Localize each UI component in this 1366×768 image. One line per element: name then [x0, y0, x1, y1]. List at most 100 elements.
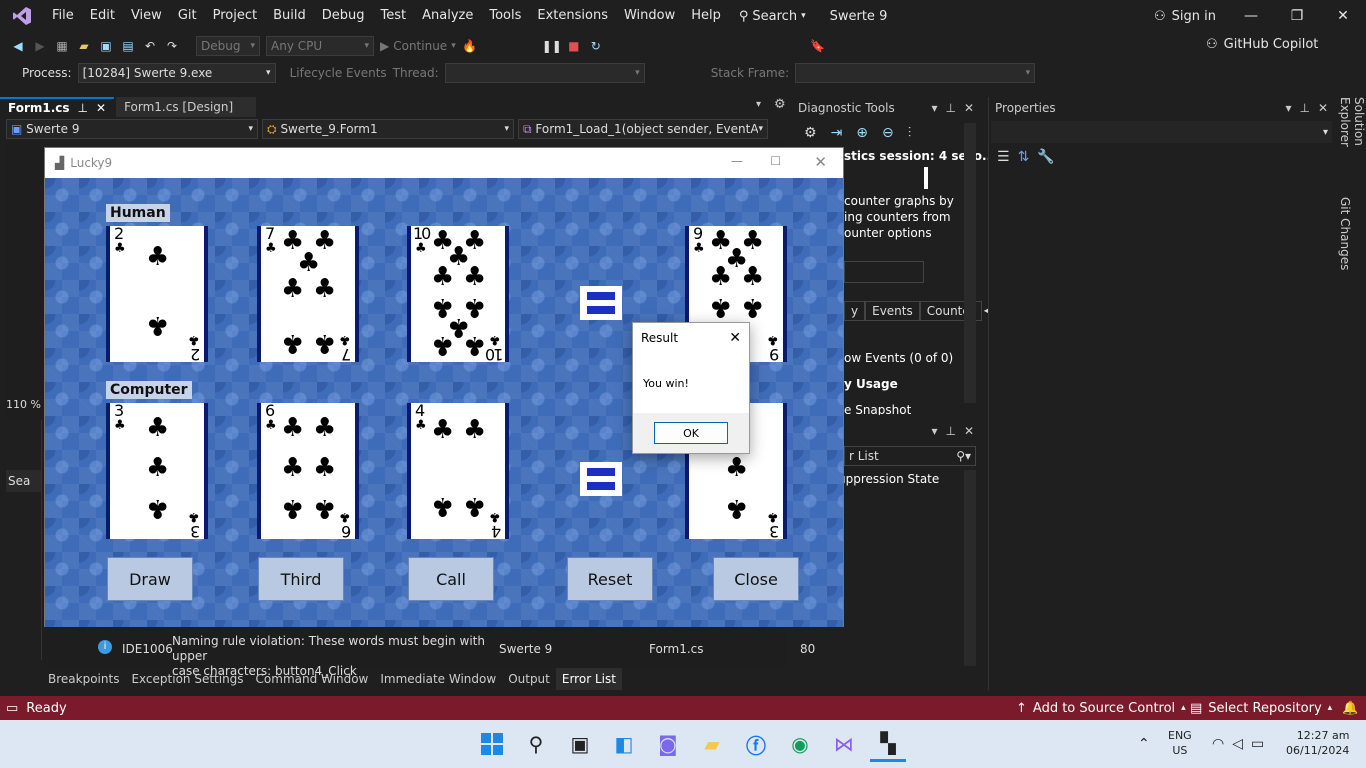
pin-icon[interactable]: ⊥: [1299, 101, 1309, 115]
notification-icon[interactable]: 🔔: [1342, 701, 1358, 716]
object-select[interactable]: ▾: [991, 121, 1332, 143]
gear-icon[interactable]: ⚙: [804, 125, 817, 141]
dropdown-icon[interactable]: ▾: [931, 424, 937, 438]
zoom-out-icon[interactable]: ⊖: [882, 125, 894, 141]
restart-icon[interactable]: ↻: [588, 38, 604, 54]
close-icon[interactable]: ✕: [1318, 101, 1328, 115]
undo-icon[interactable]: ↶: [142, 38, 158, 54]
platform-select[interactable]: Any CPU ▾: [266, 36, 374, 56]
chart-icon[interactable]: ⫶: [908, 125, 912, 141]
close-icon[interactable]: ✕: [964, 101, 974, 115]
add-source-control-button[interactable]: ↑ Add to Source Control ▴: [1016, 701, 1186, 716]
minimize-button[interactable]: —: [1228, 0, 1274, 32]
error-list-search[interactable]: r List ⚲▾: [844, 446, 976, 466]
chat-icon[interactable]: ◙: [650, 726, 686, 762]
redo-icon[interactable]: ↷: [164, 38, 180, 54]
visual-studio-icon[interactable]: ⋈: [826, 726, 862, 762]
maximize-button[interactable]: ☐: [770, 154, 781, 168]
menu-git[interactable]: Git: [170, 0, 205, 32]
close-icon[interactable]: ✕: [964, 424, 974, 438]
sign-in-button[interactable]: ⚇ Sign in: [1154, 0, 1216, 32]
visual-studio-logo-icon[interactable]: [0, 0, 44, 32]
diag-scrollbar[interactable]: [964, 123, 976, 403]
reset-button[interactable]: Reset: [567, 557, 653, 601]
github-copilot-button[interactable]: ⚇ GitHub Copilot: [1206, 37, 1318, 52]
show-events[interactable]: ow Events (0 of 0): [844, 351, 953, 365]
tab-command-window[interactable]: Command Window: [250, 668, 375, 690]
call-button[interactable]: Call: [408, 557, 494, 601]
error-list-row[interactable]: i IDE1006 Naming rule violation: These w…: [44, 630, 815, 678]
save-all-icon[interactable]: ▤: [120, 38, 136, 54]
dropdown-icon[interactable]: ▾: [1285, 101, 1291, 115]
ok-button[interactable]: OK: [654, 422, 728, 444]
menu-window[interactable]: Window: [616, 0, 683, 32]
new-project-icon[interactable]: ▦: [54, 38, 70, 54]
bookmark-icon[interactable]: 🔖: [810, 38, 826, 54]
system-tray[interactable]: ◠ ◁ ▭: [1212, 736, 1264, 752]
member-select[interactable]: ⧉ Form1_Load_1(object sender, EventArgs …: [518, 119, 768, 139]
git-changes-tab[interactable]: Git Changes: [1338, 197, 1352, 270]
tab-error-list[interactable]: Error List: [555, 668, 622, 690]
categorized-icon[interactable]: ☰: [997, 149, 1010, 165]
clock[interactable]: 12:27 am 06/11/2024: [1286, 728, 1349, 758]
select-repository-button[interactable]: ▤ Select Repository ▴: [1190, 701, 1332, 716]
solution-explorer-tab[interactable]: Solution Explorer: [1338, 97, 1366, 189]
continue-button[interactable]: ▶ Continue ▾: [380, 39, 456, 53]
pause-icon[interactable]: ❚❚: [542, 38, 562, 54]
menu-test[interactable]: Test: [373, 0, 415, 32]
class-select[interactable]: ⛭ Swerte_9.Form1 ▾: [262, 119, 514, 139]
close-icon[interactable]: ✕: [729, 330, 741, 346]
restore-button[interactable]: ❐: [1274, 0, 1320, 32]
third-button[interactable]: Third: [258, 557, 344, 601]
menu-file[interactable]: File: [44, 0, 82, 32]
close-button[interactable]: ✕: [814, 153, 827, 171]
project-select[interactable]: ▣ Swerte 9 ▾: [6, 119, 258, 139]
menu-extensions[interactable]: Extensions: [529, 0, 616, 32]
thread-select[interactable]: ▾: [444, 63, 645, 83]
running-app-icon[interactable]: ▚: [870, 726, 906, 762]
pin-icon[interactable]: ⊥: [78, 101, 88, 115]
dropdown-icon[interactable]: ▾: [931, 101, 937, 115]
search-field-stub[interactable]: Sea: [6, 470, 41, 492]
tab-immediate-window[interactable]: Immediate Window: [374, 668, 502, 690]
save-icon[interactable]: ▣: [98, 38, 114, 54]
tab-form1-design[interactable]: Form1.cs [Design]: [116, 97, 257, 117]
stop-icon[interactable]: ■: [566, 38, 582, 54]
menu-analyze[interactable]: Analyze: [414, 0, 481, 32]
configuration-select[interactable]: Debug ▾: [196, 36, 260, 56]
export-icon[interactable]: ⇥: [831, 125, 843, 141]
hot-reload-icon[interactable]: 🔥: [462, 38, 478, 54]
error-scrollbar[interactable]: [964, 470, 976, 666]
zoom-in-icon[interactable]: ⊕: [856, 125, 868, 141]
error-code[interactable]: IDE1006: [122, 642, 173, 656]
close-game-button[interactable]: Close: [713, 557, 799, 601]
search-icon[interactable]: ⚲: [518, 726, 554, 762]
property-pages-icon[interactable]: 🔧: [1037, 149, 1054, 165]
menu-help[interactable]: Help: [683, 0, 729, 32]
process-select[interactable]: [10284] Swerte 9.exe ▾: [77, 63, 276, 83]
chevron-up-icon[interactable]: ⌃: [1138, 736, 1150, 752]
menu-edit[interactable]: Edit: [82, 0, 123, 32]
close-window-button[interactable]: ✕: [1320, 0, 1366, 32]
task-view-icon[interactable]: ▣: [562, 726, 598, 762]
windows-start-icon[interactable]: [474, 726, 510, 762]
alphabetical-icon[interactable]: ⇅: [1018, 149, 1030, 165]
close-icon[interactable]: ✕: [96, 101, 106, 115]
tab-breakpoints[interactable]: Breakpoints: [42, 668, 125, 690]
edge-icon[interactable]: ◉: [782, 726, 818, 762]
forward-icon[interactable]: ▶: [32, 38, 48, 54]
tab-output[interactable]: Output: [502, 668, 556, 690]
minimize-button[interactable]: —: [731, 154, 743, 168]
widgets-icon[interactable]: ◧: [606, 726, 642, 762]
zoom-level[interactable]: 110 %: [6, 398, 44, 414]
column-header[interactable]: uppression State: [838, 472, 939, 486]
stack-frame-select[interactable]: ▾: [795, 63, 1036, 83]
tab-form1-cs[interactable]: Form1.cs ⊥ ✕: [0, 97, 115, 117]
menu-view[interactable]: View: [123, 0, 170, 32]
tab-events[interactable]: Events: [865, 301, 920, 321]
pin-icon[interactable]: ⊥: [945, 101, 955, 115]
open-folder-icon[interactable]: ▰: [76, 38, 92, 54]
menu-build[interactable]: Build: [265, 0, 314, 32]
facebook-icon[interactable]: ⓕ: [738, 726, 774, 762]
file-explorer-icon[interactable]: ▰: [694, 726, 730, 762]
